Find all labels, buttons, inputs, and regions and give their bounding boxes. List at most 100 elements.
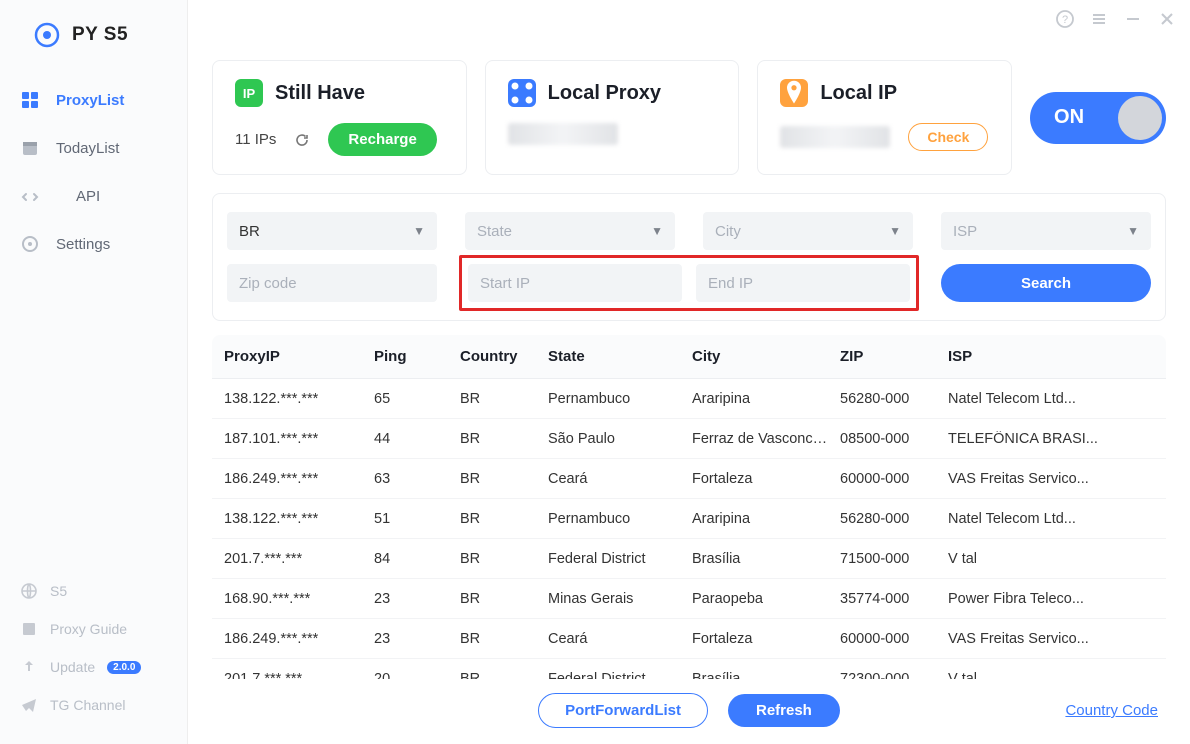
proxy-toggle[interactable]: ON xyxy=(1030,92,1166,144)
pin-icon xyxy=(780,79,808,107)
cell-zip: 35774-000 xyxy=(840,591,948,607)
isp-select[interactable]: ISP ▼ xyxy=(941,212,1151,250)
cell-isp: Natel Telecom Ltd... xyxy=(948,511,1128,527)
recharge-button[interactable]: Recharge xyxy=(328,123,436,156)
chevron-down-icon: ▼ xyxy=(413,224,425,238)
footer-actions: PortForwardList Refresh Country Code xyxy=(188,679,1190,744)
cell-state: São Paulo xyxy=(548,431,692,447)
card-local-ip: Local IP Check xyxy=(757,60,1012,175)
refresh-button[interactable]: Refresh xyxy=(728,694,840,727)
network-icon xyxy=(508,79,536,107)
sidebar-footer: S5 Proxy Guide Update 2.0.0 TG Channel xyxy=(0,572,187,744)
cell-city: Fortaleza xyxy=(692,631,840,647)
menu-icon[interactable] xyxy=(1090,10,1108,28)
filter-panel: BR ▼ State ▼ City ▼ ISP ▼ Search xyxy=(212,193,1166,321)
sidebar: PY S5 ProxyList TodayList API Settings xyxy=(0,0,188,744)
country-code-link[interactable]: Country Code xyxy=(1065,702,1158,719)
cell-ip: 138.122.***.*** xyxy=(224,391,374,407)
close-icon[interactable] xyxy=(1158,10,1176,28)
table-row[interactable]: 138.122.***.***51BRPernambucoAraripina56… xyxy=(212,499,1166,539)
cell-ping: 65 xyxy=(374,391,460,407)
cell-isp: VAS Freitas Servico... xyxy=(948,631,1128,647)
cell-isp: Natel Telecom Ltd... xyxy=(948,391,1128,407)
cell-state: Pernambuco xyxy=(548,391,692,407)
th-proxyip: ProxyIP xyxy=(224,348,374,365)
gear-icon xyxy=(20,234,40,254)
cell-ping: 23 xyxy=(374,631,460,647)
cell-ping: 51 xyxy=(374,511,460,527)
state-select[interactable]: State ▼ xyxy=(465,212,675,250)
ip-range-highlight xyxy=(459,255,919,311)
cell-ip: 186.249.***.*** xyxy=(224,471,374,487)
proxy-table: ProxyIP Ping Country State City ZIP ISP … xyxy=(212,335,1166,679)
bottom-guide[interactable]: Proxy Guide xyxy=(0,610,187,648)
cell-state: Pernambuco xyxy=(548,511,692,527)
nav-proxylist[interactable]: ProxyList xyxy=(0,76,187,124)
cell-ip: 186.249.***.*** xyxy=(224,631,374,647)
card-local-proxy: Local Proxy xyxy=(485,60,740,175)
cell-ping: 84 xyxy=(374,551,460,567)
cell-country: BR xyxy=(460,631,548,647)
toggle-label: ON xyxy=(1054,106,1084,129)
select-value: BR xyxy=(239,223,260,240)
cell-country: BR xyxy=(460,591,548,607)
telegram-icon xyxy=(20,696,38,714)
table-row[interactable]: 201.7.***.***84BRFederal DistrictBrasíli… xyxy=(212,539,1166,579)
cell-ping: 23 xyxy=(374,591,460,607)
cell-country: BR xyxy=(460,551,548,567)
cell-city: Brasília xyxy=(692,671,840,680)
check-button[interactable]: Check xyxy=(908,123,988,151)
zip-input[interactable] xyxy=(227,264,437,302)
cell-city: Araripina xyxy=(692,391,840,407)
table-row[interactable]: 201.7.***.***20BRFederal DistrictBrasíli… xyxy=(212,659,1166,679)
th-country: Country xyxy=(460,348,548,365)
cell-zip: 71500-000 xyxy=(840,551,948,567)
nav-settings[interactable]: Settings xyxy=(0,220,187,268)
search-button[interactable]: Search xyxy=(941,264,1151,302)
port-forward-button[interactable]: PortForwardList xyxy=(538,693,708,728)
bottom-s5[interactable]: S5 xyxy=(0,572,187,610)
cell-country: BR xyxy=(460,431,548,447)
table-row[interactable]: 168.90.***.***23BRMinas GeraisParaopeba3… xyxy=(212,579,1166,619)
start-ip-input[interactable] xyxy=(468,264,682,302)
table-body: 138.122.***.***65BRPernambucoAraripina56… xyxy=(212,379,1166,679)
bottom-update[interactable]: Update 2.0.0 xyxy=(0,648,187,686)
select-placeholder: ISP xyxy=(953,223,977,240)
th-ping: Ping xyxy=(374,348,460,365)
cell-zip: 60000-000 xyxy=(840,631,948,647)
app-name: PY S5 xyxy=(72,24,128,46)
bottom-tg[interactable]: TG Channel xyxy=(0,686,187,724)
country-select[interactable]: BR ▼ xyxy=(227,212,437,250)
th-city: City xyxy=(692,348,840,365)
cell-zip: 08500-000 xyxy=(840,431,948,447)
status-cards: IP Still Have 11 IPs Recharge Local Prox… xyxy=(188,0,1190,175)
toggle-knob xyxy=(1118,96,1162,140)
minimize-icon[interactable] xyxy=(1124,10,1142,28)
cell-state: Federal District xyxy=(548,551,692,567)
help-icon[interactable]: ? xyxy=(1056,10,1074,28)
select-placeholder: State xyxy=(477,223,512,240)
end-ip-input[interactable] xyxy=(696,264,910,302)
main-nav: ProxyList TodayList API Settings xyxy=(0,76,187,572)
cell-country: BR xyxy=(460,671,548,680)
table-row[interactable]: 186.249.***.***23BRCearáFortaleza60000-0… xyxy=(212,619,1166,659)
cell-city: Paraopeba xyxy=(692,591,840,607)
table-header: ProxyIP Ping Country State City ZIP ISP xyxy=(212,335,1166,379)
nav-label: TodayList xyxy=(56,140,119,157)
table-row[interactable]: 138.122.***.***65BRPernambucoAraripina56… xyxy=(212,379,1166,419)
th-zip: ZIP xyxy=(840,348,948,365)
cell-country: BR xyxy=(460,471,548,487)
nav-todaylist[interactable]: TodayList xyxy=(0,124,187,172)
cell-ip: 168.90.***.*** xyxy=(224,591,374,607)
table-row[interactable]: 187.101.***.***44BRSão PauloFerraz de Va… xyxy=(212,419,1166,459)
refresh-icon[interactable] xyxy=(294,132,310,148)
cell-zip: 72300-000 xyxy=(840,671,948,680)
city-select[interactable]: City ▼ xyxy=(703,212,913,250)
nav-api[interactable]: API xyxy=(0,172,187,220)
cell-city: Ferraz de Vasconce... xyxy=(692,431,840,447)
upload-icon xyxy=(20,658,38,676)
version-badge: 2.0.0 xyxy=(107,661,141,674)
cell-country: BR xyxy=(460,511,548,527)
nav-label: ProxyList xyxy=(56,92,124,109)
table-row[interactable]: 186.249.***.***63BRCearáFortaleza60000-0… xyxy=(212,459,1166,499)
